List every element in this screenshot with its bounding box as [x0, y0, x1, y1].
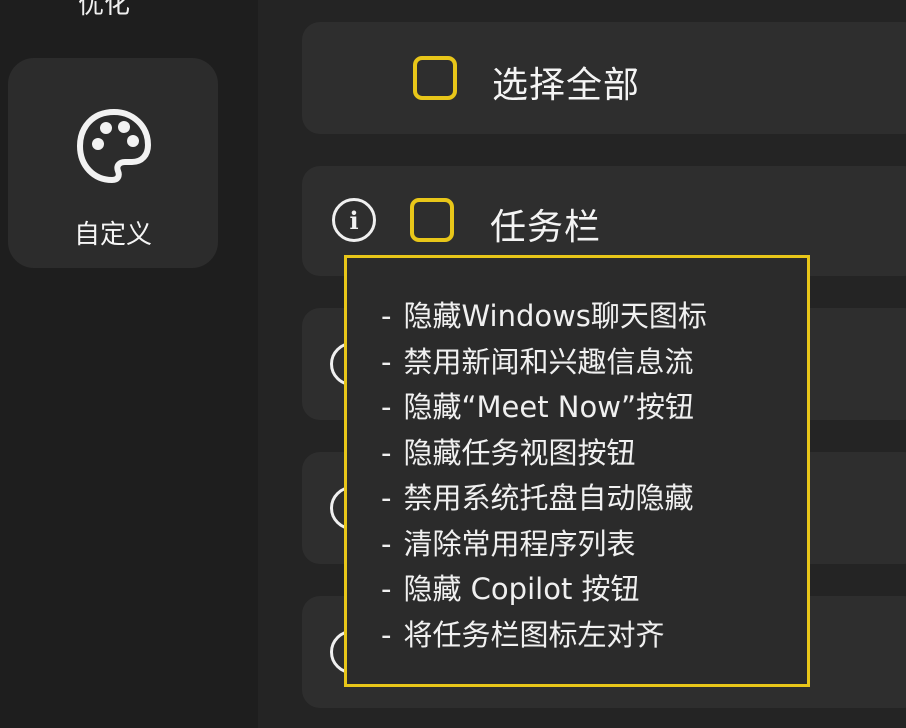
tooltip-item: - 清除常用程序列表 — [381, 526, 636, 561]
info-icon[interactable]: i — [332, 198, 376, 242]
taskbar-checkbox[interactable] — [410, 198, 454, 242]
tooltip-item: - 禁用系统托盘自动隐藏 — [381, 481, 694, 515]
tooltip-list: - 隐藏Windows聊天图标 - 禁用新闻和兴趣信息流 - 隐藏“Meet Now”… — [381, 294, 707, 658]
tooltip-item: - 将任务栏图标左对齐 — [381, 617, 665, 652]
select-all-label: 选择全部 — [492, 65, 641, 106]
tooltip-item: - 隐藏 Copilot 按钮 — [381, 572, 640, 606]
tooltip-item: - 禁用新闻和兴趣信息流 — [381, 344, 694, 379]
sidebar-item-customize[interactable]: 自定义 — [8, 58, 218, 268]
taskbar-info-tooltip: - 隐藏Windows聊天图标 - 禁用新闻和兴趣信息流 - 隐藏“Meet Now”… — [344, 255, 810, 687]
taskbar-label: 任务栏 — [490, 207, 602, 248]
sidebar: 优化 自定义 — [0, 0, 258, 728]
tooltip-item: - 隐藏任务视图按钮 — [381, 435, 636, 470]
sidebar-item-label: 自定义 — [73, 220, 152, 250]
tooltip-item: - 隐藏Windows聊天图标 — [381, 299, 707, 333]
sidebar-item-optimize-label[interactable]: 优化 — [78, 0, 130, 21]
palette-icon — [77, 109, 151, 183]
tooltip-item: - 隐藏“Meet Now”按钮 — [381, 390, 694, 424]
select-all-checkbox[interactable] — [413, 56, 457, 100]
